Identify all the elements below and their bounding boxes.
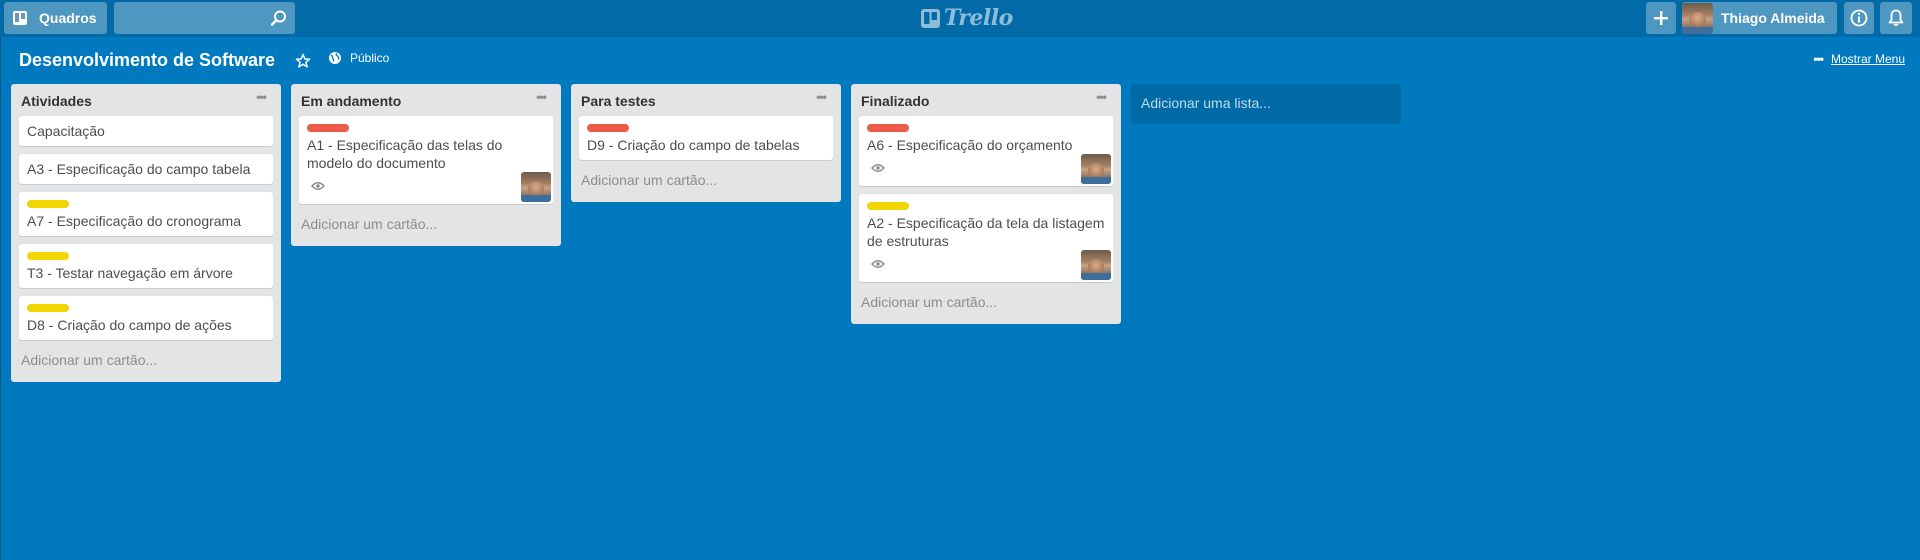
list-menu-icon[interactable]: ••• [531, 90, 551, 108]
list: Finalizado ••• A6 - Especificação do orçam… [851, 84, 1121, 324]
add-card-button[interactable]: Adicionar um cartão... [579, 168, 833, 202]
eye-icon [871, 260, 885, 268]
card[interactable]: Capacitação [19, 116, 273, 146]
eye-icon [311, 182, 325, 190]
list-title[interactable]: Para testes [581, 93, 656, 109]
star-icon[interactable] [295, 53, 311, 69]
visibility-button[interactable]: Público [328, 51, 389, 65]
user-avatar [1682, 2, 1713, 34]
card[interactable]: A7 - Especificação do cronograma [19, 192, 273, 236]
list-menu-icon[interactable]: ••• [1091, 90, 1111, 108]
show-menu-label: Mostrar Menu [1830, 52, 1905, 66]
card-label-red [867, 124, 909, 132]
show-menu-link[interactable]: ••• Mostrar Menu [1813, 52, 1905, 66]
add-card-button[interactable]: Adicionar um cartão... [19, 348, 273, 382]
card-badges [867, 160, 1105, 178]
list-menu-icon[interactable]: ••• [251, 90, 271, 108]
card[interactable]: T3 - Testar navegação em árvore [19, 244, 273, 288]
card[interactable]: A2 - Especificação da tela da listagem d… [859, 194, 1113, 282]
trello-logo-icon [921, 8, 940, 28]
card[interactable]: D9 - Criação do campo de tabelas [579, 116, 833, 160]
card-title: T3 - Testar navegação em árvore [27, 265, 233, 281]
card-label-yellow [27, 304, 69, 312]
card-member-avatar[interactable] [521, 172, 551, 202]
card-title: A6 - Especificação do orçamento [867, 137, 1073, 153]
add-list-button[interactable]: Adicionar uma lista... [1131, 84, 1401, 124]
card-label-yellow [867, 202, 909, 210]
card-badges [867, 256, 1105, 274]
boards-label: Quadros [39, 10, 97, 26]
search-input[interactable] [114, 2, 295, 34]
user-menu-button[interactable]: Thiago Almeida [1682, 2, 1837, 34]
card-title: A3 - Especificação do campo tabela [27, 161, 251, 177]
card[interactable]: A3 - Especificação do campo tabela [19, 154, 273, 184]
list: Atividades ••• Capacitação A3 - Especificaç… [11, 84, 281, 382]
card-label-yellow [27, 200, 69, 208]
trello-logo-text: Trello [944, 5, 1013, 31]
add-card-button[interactable]: Adicionar um cartão... [859, 290, 1113, 324]
card-label-red [307, 124, 349, 132]
list-header: Em andamento ••• [299, 84, 553, 116]
search-icon[interactable] [270, 9, 288, 27]
card-title: A2 - Especificação da tela da listagem d… [867, 215, 1105, 249]
list: Para testes ••• D9 - Criação do campo de t… [571, 84, 841, 202]
top-header: Quadros Trello Thiago Almeida [0, 0, 1920, 37]
card-title: A1 - Especificação das telas do modelo d… [307, 137, 503, 171]
card-badges [307, 178, 545, 196]
notifications-button[interactable] [1880, 2, 1912, 34]
card-title: A7 - Especificação do cronograma [27, 213, 241, 229]
info-button[interactable] [1844, 2, 1874, 34]
card-member-avatar[interactable] [1081, 250, 1111, 280]
globe-icon [329, 52, 341, 64]
ellipsis-icon: ••• [1813, 52, 1824, 66]
card-title: D9 - Criação do campo de tabelas [587, 137, 800, 153]
list: Em andamento ••• A1 - Especificação das te… [291, 84, 561, 246]
card[interactable]: A6 - Especificação do orçamento [859, 116, 1113, 186]
list-header: Atividades ••• [19, 84, 273, 116]
board-left-edge [0, 37, 1, 560]
user-name: Thiago Almeida [1721, 10, 1825, 26]
card[interactable]: A1 - Especificação das telas do modelo d… [299, 116, 553, 204]
add-card-button[interactable]: Adicionar um cartão... [299, 212, 553, 246]
card-label-yellow [27, 252, 69, 260]
card-label-red [587, 124, 629, 132]
eye-icon [871, 164, 885, 172]
card[interactable]: D8 - Criação do campo de ações [19, 296, 273, 340]
boards-icon [13, 11, 27, 25]
list-title[interactable]: Atividades [21, 93, 92, 109]
add-button[interactable] [1646, 2, 1676, 34]
boards-button[interactable]: Quadros [4, 2, 107, 34]
plus-icon [1654, 11, 1668, 25]
list-menu-icon[interactable]: ••• [811, 90, 831, 108]
trello-logo[interactable]: Trello [921, 5, 1013, 31]
list-header: Para testes ••• [579, 84, 833, 116]
list-title[interactable]: Finalizado [861, 93, 929, 109]
bell-icon [1888, 9, 1904, 27]
card-title: Capacitação [27, 123, 105, 139]
visibility-label: Público [350, 51, 390, 65]
info-icon [1850, 9, 1868, 27]
list-title[interactable]: Em andamento [301, 93, 401, 109]
card-member-avatar[interactable] [1081, 154, 1111, 184]
board-title[interactable]: Desenvolvimento de Software [19, 50, 275, 71]
card-title: D8 - Criação do campo de ações [27, 317, 232, 333]
list-header: Finalizado ••• [859, 84, 1113, 116]
